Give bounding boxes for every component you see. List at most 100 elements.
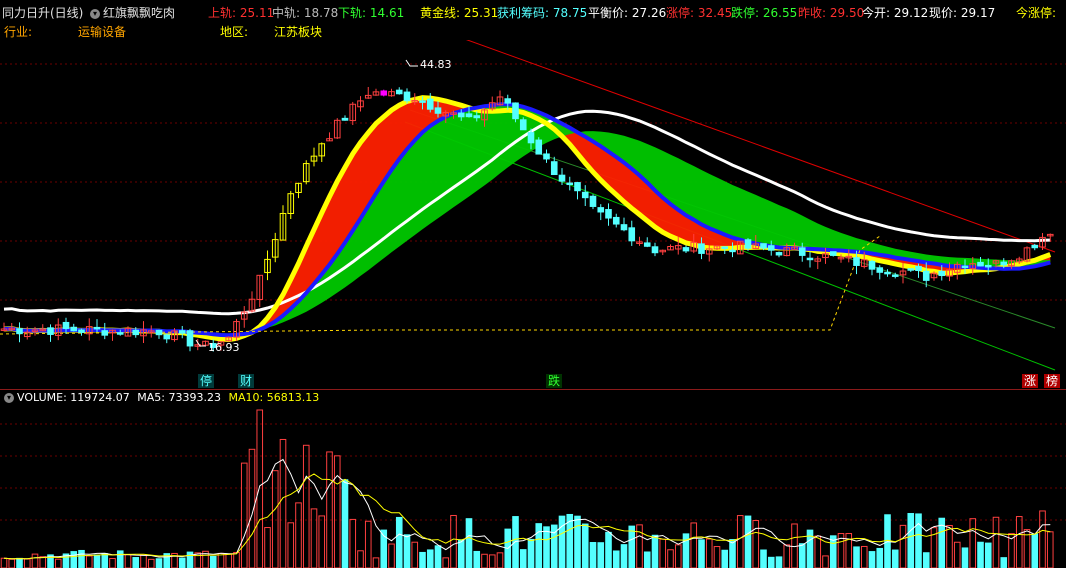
- indicator-header: 同力日升(日线) ▾ 红旗飘飘吃肉 上轨: 25.11 中轨: 18.78 下轨:…: [0, 0, 1066, 40]
- candle-body: [574, 182, 581, 192]
- volume-bar: [264, 527, 271, 568]
- candle-body: [628, 227, 636, 242]
- candle-body: [907, 268, 915, 271]
- volume-bar: [271, 470, 279, 568]
- volume-bar: [403, 534, 411, 568]
- candle-body: [550, 161, 558, 176]
- candle-body: [620, 224, 628, 231]
- volume-bar: [1046, 531, 1054, 568]
- volume-bar: [643, 551, 651, 568]
- volume-bar: [225, 553, 233, 568]
- volume-bar: [961, 547, 969, 568]
- candle-body: [984, 264, 992, 268]
- volume-bar: [302, 444, 310, 568]
- candle-body: [767, 245, 775, 251]
- volume-bar: [605, 531, 612, 568]
- candle-body: [589, 195, 597, 207]
- candle-body: [682, 247, 690, 252]
- volume-bar: [465, 518, 473, 568]
- candle-body: [744, 239, 752, 249]
- candle-body: [504, 98, 512, 104]
- volume-bar: [899, 524, 907, 568]
- ma5-label: MA5:: [137, 391, 166, 404]
- candle-body: [380, 90, 388, 96]
- volume-dropdown-chevron-icon[interactable]: ▾: [4, 393, 14, 403]
- event-marker-halt[interactable]: 停: [198, 374, 215, 388]
- volume-bar: [85, 555, 93, 568]
- volume-bar: [357, 550, 364, 568]
- candle-body: [512, 102, 519, 120]
- volume-bar: [1031, 533, 1039, 568]
- candle-body: [721, 246, 729, 249]
- price-chart[interactable]: 44.83 16.93: [0, 40, 1066, 388]
- volume-bar: [54, 558, 62, 568]
- limit-up-readout: 涨停: 32.45: [666, 6, 733, 20]
- candle-body: [605, 209, 612, 219]
- volume-bar: [698, 539, 705, 568]
- candle-body: [419, 100, 426, 103]
- volume-bar: [124, 554, 132, 568]
- volume-bar: [349, 518, 357, 568]
- volume-header: ▾ VOLUME: 119724.07 MA5: 73393.23 MA10: 5…: [4, 391, 319, 404]
- volume-chart[interactable]: [0, 404, 1066, 568]
- candle-body: [566, 182, 574, 186]
- high-price-pointer: [405, 59, 418, 67]
- limit-down-readout: 跌停: 26.55: [731, 6, 798, 20]
- candle-body: [101, 330, 109, 336]
- dropdown-chevron-icon[interactable]: ▾: [90, 8, 100, 19]
- volume-bar: [907, 513, 915, 568]
- indicator-name[interactable]: 同力日升(日线): [2, 4, 83, 21]
- candle-body: [829, 251, 837, 256]
- candle-body: [612, 216, 620, 225]
- ma5-value: 73393.23: [168, 391, 222, 404]
- candle-body: [457, 112, 465, 118]
- volume-bar: [775, 556, 783, 568]
- profit-chips-readout: 获利筹码: 78.75: [497, 6, 588, 20]
- volume-bar: [519, 549, 527, 568]
- candle-body: [527, 132, 535, 144]
- candle-body: [70, 326, 78, 332]
- volume-bar: [891, 549, 899, 568]
- volume-bar: [457, 539, 465, 568]
- candle-body: [519, 119, 527, 131]
- event-marker-finance[interactable]: 财: [238, 374, 255, 388]
- today-limit-readout: 今涨停:: [1016, 6, 1057, 20]
- volume-bar: [155, 558, 163, 568]
- lower-band-readout: 下轨: 14.61: [338, 6, 405, 20]
- volume-bar: [279, 438, 287, 568]
- candle-body: [535, 139, 543, 155]
- volume-bar: [620, 544, 628, 568]
- formula-name-group[interactable]: ▾ 红旗飘飘吃肉: [90, 4, 175, 21]
- candle-body: [132, 329, 140, 336]
- candle-body: [163, 334, 171, 340]
- volume-bar: [705, 538, 713, 568]
- event-marker-down[interactable]: 跌: [546, 374, 563, 388]
- volume-bar: [721, 549, 729, 568]
- volume-bar: [783, 544, 791, 568]
- upper-band-readout: 上轨: 25.11: [208, 6, 275, 20]
- industry-label: 行业:: [4, 25, 33, 39]
- volume-bar: [310, 508, 318, 568]
- region-value: 江苏板块: [274, 25, 323, 39]
- candle-body: [78, 329, 85, 333]
- volume-bar: [23, 558, 31, 568]
- volume-bar: [659, 538, 667, 568]
- ma10-label: MA10:: [228, 391, 264, 404]
- volume-bar: [674, 544, 682, 568]
- volume-bar: [0, 557, 8, 568]
- volume-bar: [628, 525, 636, 568]
- volume-bar: [256, 409, 264, 568]
- candle-body: [806, 257, 814, 261]
- candle-body: [426, 98, 434, 110]
- event-marker-list[interactable]: 榜: [1044, 374, 1061, 388]
- candle-body: [891, 274, 899, 277]
- candle-body: [16, 328, 23, 335]
- volume-bar: [116, 550, 124, 568]
- candle-body: [760, 243, 767, 249]
- volume-bar: [426, 549, 434, 568]
- volume-bar: [581, 523, 589, 568]
- candle-body: [155, 329, 163, 336]
- event-marker-up[interactable]: 涨: [1022, 374, 1039, 388]
- volume-ma10-line: [3, 473, 1051, 560]
- formula-name: 红旗飘飘吃肉: [103, 6, 176, 20]
